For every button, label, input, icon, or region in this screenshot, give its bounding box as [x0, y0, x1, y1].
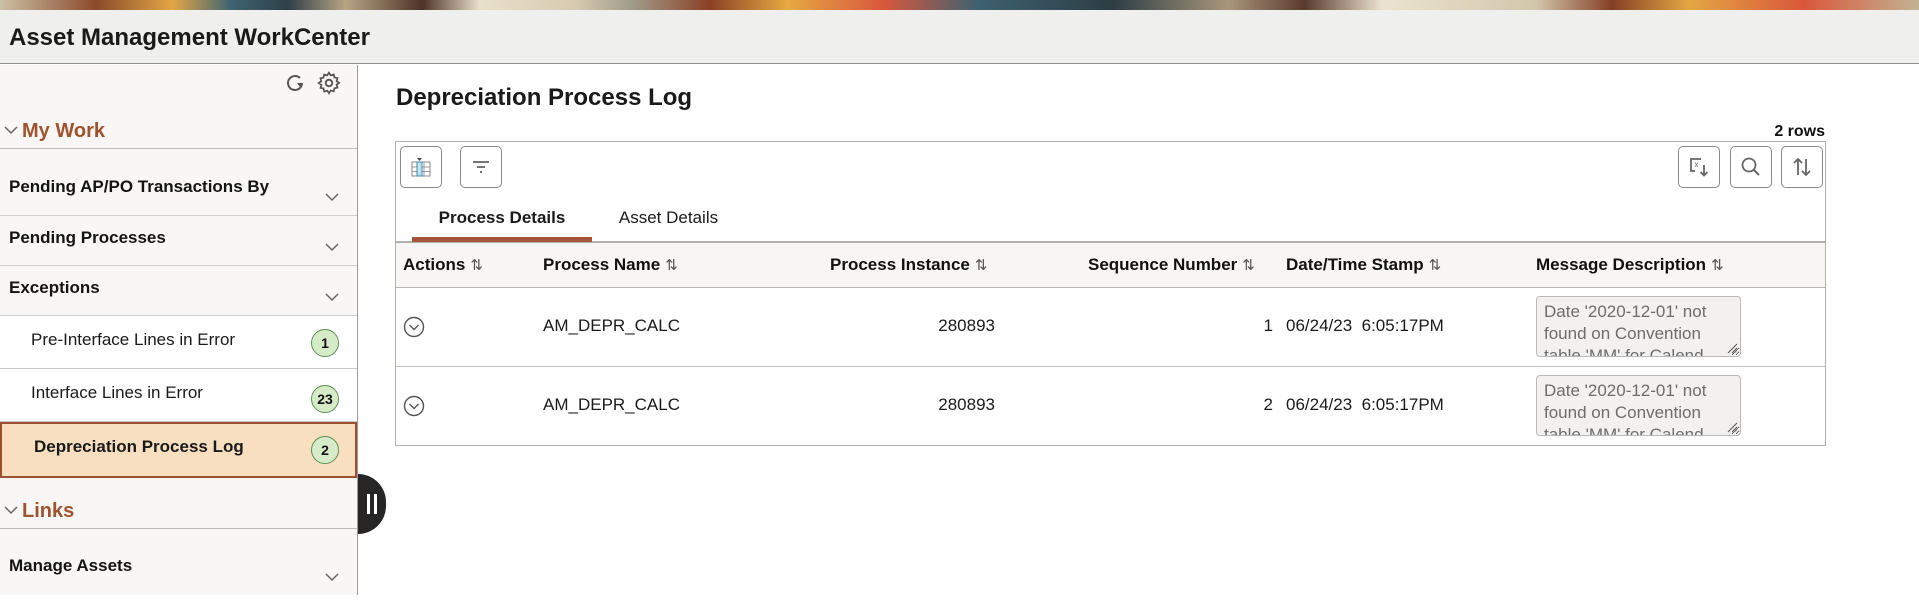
tab-process-details[interactable]: Process Details	[412, 194, 592, 242]
personalize-columns-button[interactable]	[400, 146, 442, 188]
group-label: Pending Processes	[9, 228, 166, 247]
sort-icon: ⇅	[1242, 257, 1255, 274]
message-description-field[interactable]: Date '2020-12-01' not found on Conventio…	[1536, 296, 1741, 357]
sort-icon: ⇅	[1711, 257, 1724, 274]
process-log-grid: x Process Details Asset Details Actions ⇅…	[395, 141, 1826, 446]
section-links[interactable]: Links	[0, 495, 357, 529]
datetime-stamp: 06/24/23 6:05:17PM	[1286, 395, 1444, 414]
row-actions-icon[interactable]	[403, 395, 425, 417]
resize-grip-icon[interactable]	[1724, 340, 1738, 354]
group-exceptions[interactable]: Exceptions	[0, 266, 357, 316]
message-text: Date '2020-12-01' not found on Conventio…	[1544, 381, 1707, 436]
tab-asset-details[interactable]: Asset Details	[606, 194, 731, 242]
section-my-work[interactable]: My Work	[0, 115, 357, 149]
datetime-stamp: 06/24/23 6:05:17PM	[1286, 316, 1444, 335]
sidebar-item-pre-interface-lines[interactable]: Pre-Interface Lines in Error 1	[0, 316, 357, 369]
group-label: Manage Assets	[9, 556, 133, 575]
sort-icon: ⇅	[470, 257, 483, 274]
process-name: AM_DEPR_CALC	[543, 316, 680, 335]
sort-icon: ⇅	[665, 257, 678, 274]
section-label: Links	[22, 500, 75, 522]
sidebar-tools	[281, 69, 343, 97]
group-label: Exceptions	[9, 278, 100, 297]
row-actions-icon[interactable]	[403, 316, 425, 338]
chevron-down-icon	[325, 573, 339, 582]
table-row: AM_DEPR_CALC 280893 1 06/24/23 6:05:17PM…	[396, 288, 1825, 367]
column-header-process-instance[interactable]: Process Instance ⇅	[830, 255, 987, 275]
gear-icon[interactable]	[315, 69, 343, 97]
column-header-label: Process Instance	[830, 255, 970, 274]
group-label: Pending AP/PO Transactions By	[9, 177, 270, 196]
sort-icon: ⇅	[974, 257, 988, 274]
item-label: Interface Lines in Error	[31, 383, 203, 402]
chevron-down-icon	[325, 243, 339, 252]
svg-text:x: x	[1695, 160, 1699, 169]
grid-tabs: Process Details Asset Details	[396, 194, 1825, 243]
column-header-sequence-number[interactable]: Sequence Number ⇅	[1088, 255, 1255, 275]
column-header-label: Actions	[403, 255, 466, 274]
search-icon	[1741, 157, 1760, 176]
filter-icon	[473, 161, 489, 173]
sequence-number: 2	[1263, 395, 1273, 414]
table-row: AM_DEPR_CALC 280893 2 06/24/23 6:05:17PM…	[396, 367, 1825, 445]
item-label: Pre-Interface Lines in Error	[31, 330, 236, 349]
sort-icon: ⇅	[1428, 257, 1442, 274]
process-instance: 280893	[938, 316, 995, 335]
group-pending-ap-po[interactable]: Pending AP/PO Transactions By	[0, 150, 357, 216]
message-text: Date '2020-12-01' not found on Conventio…	[1544, 302, 1707, 357]
filter-button[interactable]	[460, 146, 502, 188]
sort-button[interactable]	[1781, 146, 1823, 188]
column-grid-icon	[411, 158, 431, 177]
download-excel-button[interactable]: x	[1678, 146, 1720, 188]
count-badge: 23	[311, 385, 339, 413]
count-badge: 2	[311, 436, 339, 464]
message-description-field[interactable]: Date '2020-12-01' not found on Conventio…	[1536, 375, 1741, 436]
row-count: 2 rows	[1774, 123, 1825, 140]
column-header-actions[interactable]: Actions ⇅	[403, 255, 483, 275]
excel-download-icon: x	[1690, 158, 1709, 177]
refresh-icon[interactable]	[281, 69, 309, 97]
find-button[interactable]	[1730, 146, 1772, 188]
process-instance: 280893	[938, 395, 995, 414]
sidebar-item-depreciation-process-log[interactable]: Depreciation Process Log 2	[0, 422, 357, 478]
sidebar: My Work Pending AP/PO Transactions By Pe…	[0, 65, 358, 595]
chevron-down-icon	[4, 126, 18, 135]
sidebar-item-interface-lines[interactable]: Interface Lines in Error 23	[0, 369, 357, 422]
count-badge: 1	[311, 329, 339, 357]
page-title: Depreciation Process Log	[396, 84, 693, 111]
column-header-process-name[interactable]: Process Name ⇅	[543, 255, 678, 275]
column-header-message[interactable]: Message Description ⇅	[1536, 255, 1724, 275]
chevron-down-icon	[4, 506, 18, 515]
column-header-label: Message Description	[1536, 255, 1707, 274]
chevron-down-icon	[325, 293, 339, 302]
process-name: AM_DEPR_CALC	[543, 395, 680, 414]
sort-icon	[1793, 157, 1811, 177]
section-label: My Work	[22, 120, 105, 142]
column-header-label: Process Name	[543, 255, 661, 274]
item-label: Depreciation Process Log	[34, 437, 244, 456]
column-header-label: Sequence Number	[1088, 255, 1238, 274]
column-header-datetime[interactable]: Date/Time Stamp ⇅	[1286, 255, 1441, 275]
table-header: Actions ⇅ Process Name ⇅ Process Instance ⇅…	[396, 243, 1825, 288]
group-pending-processes[interactable]: Pending Processes	[0, 216, 357, 266]
resize-grip-icon[interactable]	[1724, 419, 1738, 433]
group-manage-assets[interactable]: Manage Assets	[0, 530, 357, 600]
app-title: Asset Management WorkCenter	[9, 24, 370, 51]
sidebar-collapse-handle[interactable]	[358, 474, 386, 534]
app-header: Asset Management WorkCenter	[0, 10, 1919, 64]
sequence-number: 1	[1263, 316, 1273, 335]
column-header-label: Date/Time Stamp	[1286, 255, 1424, 274]
chevron-down-icon	[325, 193, 339, 202]
header-banner	[0, 0, 1919, 10]
